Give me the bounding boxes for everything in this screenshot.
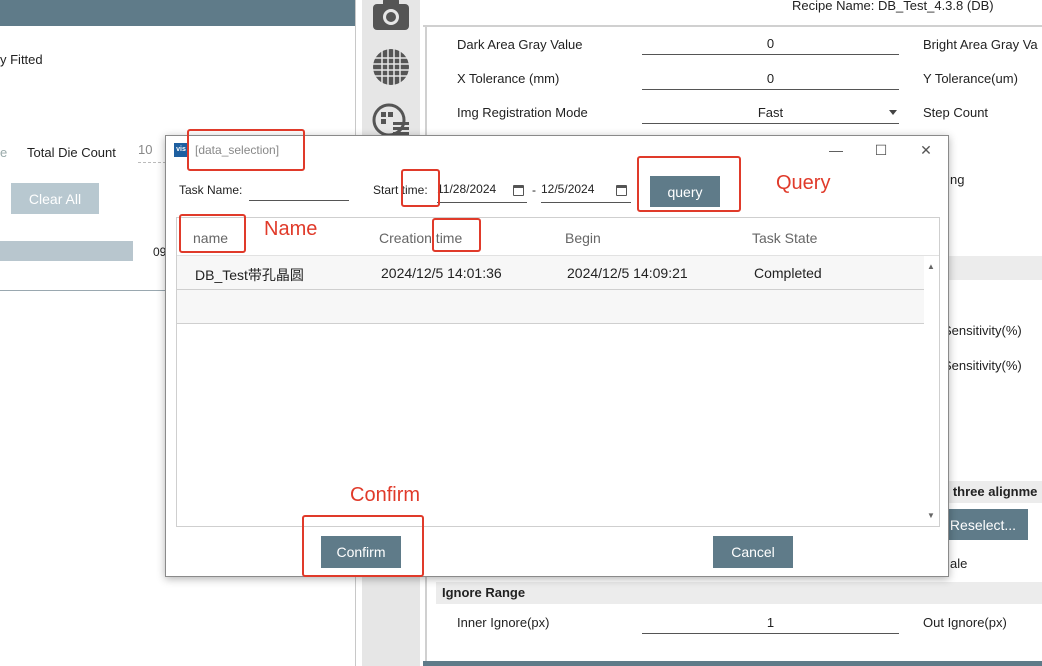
table-row[interactable]: DB_Test带孔晶圆 2024/12/5 14:01:36 2024/12/5… — [177, 256, 924, 290]
x-tolerance-label: X Tolerance (mm) — [457, 71, 560, 86]
dark-area-gray-label: Dark Area Gray Value — [457, 37, 583, 52]
table-row-empty[interactable] — [177, 290, 924, 324]
confirm-annotation: Confirm — [350, 484, 421, 506]
minimize-icon[interactable]: — — [827, 141, 845, 159]
sensitivity-label-1: Sensitivity(%) — [943, 323, 1022, 338]
cell-task-state: Completed — [754, 265, 822, 281]
reselect-button[interactable]: Reselect... — [938, 509, 1028, 540]
column-header-task-state[interactable]: Task State — [752, 230, 817, 246]
recipe-name: Recipe Name: DB_Test_4.3.8 (DB) — [792, 0, 994, 13]
cancel-button[interactable]: Cancel — [713, 536, 793, 568]
camera-icon[interactable] — [371, 0, 411, 34]
progress-bar — [0, 241, 133, 261]
scale-label: ale — [950, 556, 968, 571]
wafer-grid-icon[interactable] — [371, 47, 411, 87]
cell-creation-time: 2024/12/5 14:01:36 — [381, 265, 502, 281]
fitted-label: y Fitted — [0, 52, 43, 67]
time-header-highlight-box — [432, 218, 481, 252]
task-grid: name Creation time Begin Task State DB_T… — [176, 217, 940, 527]
column-header-begin[interactable]: Begin — [565, 230, 601, 246]
y-tolerance-label: Y Tolerance(um) — [923, 71, 1018, 86]
data-selection-dialog: vis [data_selection] — ☐ ✕ Task Name: St… — [165, 135, 949, 577]
task-name-label: Task Name: — [179, 183, 243, 197]
scroll-down-icon[interactable]: ▼ — [925, 511, 937, 521]
end-date-value: 12/5/2024 — [541, 182, 595, 196]
query-highlight-box — [637, 156, 741, 212]
img-registration-label: Img Registration Mode — [457, 105, 588, 120]
confirm-highlight-box — [302, 515, 424, 577]
calendar-icon[interactable] — [513, 185, 524, 196]
name-header-highlight-box — [179, 214, 246, 253]
x-tolerance-input[interactable]: 0 — [642, 71, 899, 90]
name-annotation: Name — [264, 218, 318, 240]
left-panel-header — [0, 0, 355, 26]
task-name-input[interactable] — [249, 180, 349, 201]
total-die-count-field[interactable]: 10 — [138, 142, 166, 163]
maximize-icon[interactable]: ☐ — [872, 141, 890, 159]
app-logo-icon: vis — [174, 143, 188, 157]
cell-name: DB_Test带孔晶圆 — [195, 267, 304, 283]
calendar-icon[interactable] — [616, 185, 627, 196]
out-ignore-label: Out Ignore(px) — [923, 615, 1007, 630]
inner-ignore-label: Inner Ignore(px) — [457, 615, 550, 630]
wafer-list-icon[interactable] — [371, 100, 411, 140]
start-time-highlight-box — [401, 169, 440, 207]
bright-area-gray-label: Bright Area Gray Va — [923, 37, 1038, 52]
sensitivity-label-2: Sensitivity(%) — [943, 358, 1022, 373]
query-annotation: Query — [776, 172, 831, 194]
dark-area-gray-input[interactable]: 0 — [642, 36, 899, 55]
dropdown-arrow-icon[interactable] — [889, 110, 897, 115]
right-bottom-bar — [423, 661, 1042, 666]
close-icon[interactable]: ✕ — [917, 141, 935, 159]
total-die-count-label: Total Die Count — [27, 145, 116, 160]
partial-label: e — [0, 145, 8, 160]
date-separator: - — [532, 183, 536, 197]
img-registration-select[interactable]: Fast — [642, 105, 899, 124]
three-alignment-label: e three alignme — [942, 484, 1038, 499]
ignore-range-title: Ignore Range — [436, 582, 1042, 604]
start-date-value: 11/28/2024 — [437, 182, 497, 196]
partial-ng-label: ng — [950, 172, 965, 187]
cell-begin: 2024/12/5 14:09:21 — [567, 265, 688, 281]
step-count-label: Step Count — [923, 105, 989, 120]
scroll-up-icon[interactable]: ▲ — [925, 262, 937, 272]
clear-all-button[interactable]: Clear All — [11, 183, 99, 214]
title-highlight-box — [187, 129, 305, 171]
right-top-border — [423, 25, 1042, 27]
inner-ignore-input[interactable]: 1 — [642, 615, 899, 634]
